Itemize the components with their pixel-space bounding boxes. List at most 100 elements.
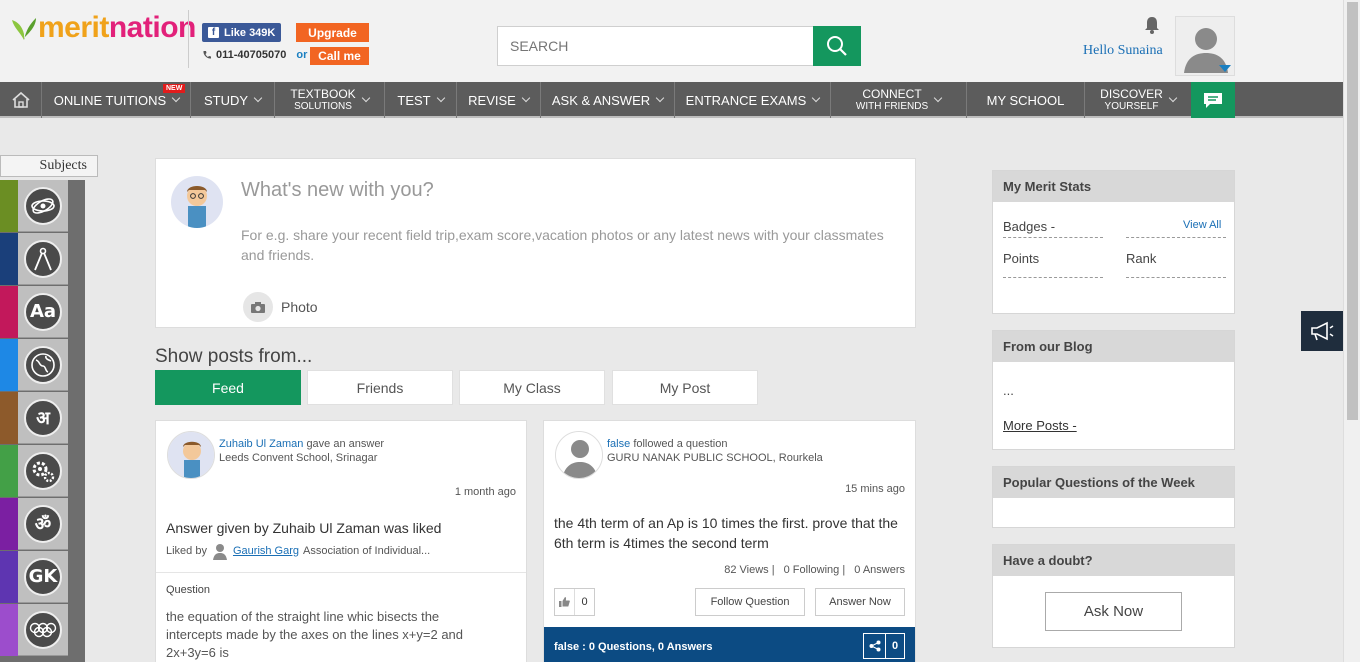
main-nav: ONLINE TUITIONS NEW STUDY TEXTBOOK SOLUTIO… [0, 82, 1343, 118]
boy-avatar-icon [168, 432, 214, 478]
subject-item[interactable]: GK [0, 551, 68, 603]
upgrade-button[interactable]: Upgrade [296, 23, 369, 42]
page-scrollbar[interactable] [1343, 0, 1360, 662]
question-text[interactable]: the equation of the straight line whic b… [166, 608, 496, 662]
nav-online-tuitions[interactable]: ONLINE TUITIONS NEW [43, 82, 191, 118]
nav-my-school[interactable]: MY SCHOOL [967, 82, 1085, 118]
post-stats: 82 Views | 0 Following | 0 Answers [724, 564, 905, 576]
nav-textbook-solutions[interactable]: TEXTBOOK SOLUTIONS [275, 82, 385, 118]
phone-icon [203, 51, 211, 59]
nav-label: TEXTBOOK [290, 86, 356, 101]
announcement-button[interactable] [1301, 311, 1343, 351]
card-divider [156, 572, 526, 573]
post-author-avatar[interactable] [167, 431, 215, 479]
follow-question-button[interactable]: Follow Question [695, 588, 805, 616]
dashed-line [1126, 277, 1226, 278]
nav-revise[interactable]: REVISE [457, 82, 541, 118]
or-text: or [296, 49, 308, 61]
science-icon [24, 451, 62, 490]
subject-item[interactable]: ॐ [0, 498, 68, 550]
subject-icon-tile: अ [18, 392, 68, 444]
view-all-link[interactable]: View All [1183, 219, 1221, 231]
share-icon [864, 634, 886, 658]
post-author-avatar[interactable] [555, 431, 603, 479]
top-header: meritnation f Like 349K Upgrade 011-40705… [0, 0, 1343, 82]
tab-friends[interactable]: Friends [307, 370, 453, 405]
nav-home[interactable] [0, 82, 42, 118]
post-author-link[interactable]: Zuhaib Ul Zaman [219, 438, 303, 450]
subject-color-bar [0, 551, 18, 603]
nav-entrance-exams[interactable]: ENTRANCE EXAMS [675, 82, 831, 118]
chevron-down-icon [436, 93, 445, 103]
phone-number: 011-40705070 or [202, 49, 307, 61]
subject-item[interactable] [0, 180, 68, 232]
tab-my-class[interactable]: My Class [459, 370, 605, 405]
nav-label: ASK & ANSWER [551, 92, 651, 108]
nav-label-2: SOLUTIONS [294, 100, 352, 112]
user-avatar-cartoon [171, 176, 223, 228]
subject-item[interactable] [0, 339, 68, 391]
compose-prompt[interactable]: What's new with you? [241, 179, 434, 202]
subject-item[interactable]: Aa [0, 286, 68, 338]
meritnation-logo[interactable]: meritnation [10, 8, 196, 48]
nav-label: CONNECT [862, 86, 922, 101]
badges-label: Badges - [1003, 219, 1056, 234]
nav-label-2: YOURSELF [1104, 100, 1159, 112]
widget-title: Popular Questions of the Week [993, 467, 1234, 498]
nav-label: DISCOVER [1100, 86, 1163, 101]
nav-test[interactable]: TEST [385, 82, 457, 118]
post-school: GURU NANAK PUBLIC SCHOOL, Rourkela [607, 452, 823, 464]
post-title[interactable]: Answer given by Zuhaib Ul Zaman was like… [166, 518, 441, 538]
answers-count: 0 Answers [854, 564, 905, 576]
search-input[interactable] [497, 26, 814, 66]
photo-label: Photo [281, 299, 318, 315]
user-silhouette-icon [556, 432, 602, 478]
boy-avatar-icon [187, 186, 207, 228]
megaphone-icon [1311, 321, 1334, 341]
nav-connect-friends[interactable]: CONNECT WITH FRIENDS [831, 82, 967, 118]
sanskrit-icon: ॐ [24, 504, 62, 543]
subject-item[interactable]: अ [0, 392, 68, 444]
nav-ask-answer[interactable]: ASK & ANSWER [541, 82, 675, 118]
liker-school: Association of Individual... [303, 545, 431, 557]
call-me-button[interactable]: Call me [310, 47, 369, 65]
scrollbar-thumb[interactable] [1347, 2, 1358, 420]
subject-color-bar [0, 180, 18, 232]
subjects-tab[interactable]: Subjects [0, 155, 98, 177]
subject-item[interactable] [0, 233, 68, 285]
liked-by: Liked by Gaurish Garg Association of Ind… [166, 542, 430, 560]
points-label: Points [1003, 251, 1040, 266]
liker-link[interactable]: Gaurish Garg [233, 545, 299, 557]
add-photo-button[interactable]: Photo [243, 292, 318, 322]
search-button[interactable] [813, 26, 861, 66]
post-author-link[interactable]: false [607, 438, 630, 450]
nav-discover-yourself[interactable]: DISCOVER YOURSELF [1085, 82, 1191, 118]
nav-study[interactable]: STUDY [191, 82, 275, 118]
greeting-text[interactable]: Hello Sunaina [1083, 43, 1163, 59]
hindi-icon: अ [24, 398, 62, 437]
user-avatar[interactable] [1175, 16, 1235, 76]
more-posts-link[interactable]: More Posts - [1003, 418, 1077, 433]
compose-hint[interactable]: For e.g. share your recent field trip,ex… [241, 225, 891, 265]
share-button[interactable]: 0 [863, 633, 905, 659]
subject-icon-tile: ॐ [18, 498, 68, 550]
tab-feed[interactable]: Feed [155, 370, 301, 405]
ask-now-button[interactable]: Ask Now [1045, 592, 1182, 631]
subject-item[interactable] [0, 445, 68, 497]
post-card: false followed a question GURU NANAK PUB… [543, 420, 916, 662]
compose-box: What's new with you? For e.g. share your… [155, 158, 916, 328]
facebook-like-button[interactable]: f Like 349K [202, 23, 281, 42]
chat-button[interactable] [1191, 82, 1235, 118]
post-title[interactable]: the 4th term of an Ap is 10 times the fi… [554, 513, 904, 553]
chat-icon [1204, 93, 1222, 108]
facebook-icon: f [208, 27, 219, 38]
nav-label: REVISE [468, 92, 516, 108]
bell-icon[interactable] [1143, 15, 1161, 35]
subject-item[interactable] [0, 604, 68, 656]
like-button[interactable]: 0 [554, 588, 595, 616]
chevron-down-icon [1168, 93, 1178, 103]
post-action: followed a question [633, 438, 728, 450]
tab-my-post[interactable]: My Post [612, 370, 758, 405]
camera-icon [243, 292, 273, 322]
answer-now-button[interactable]: Answer Now [815, 588, 905, 616]
